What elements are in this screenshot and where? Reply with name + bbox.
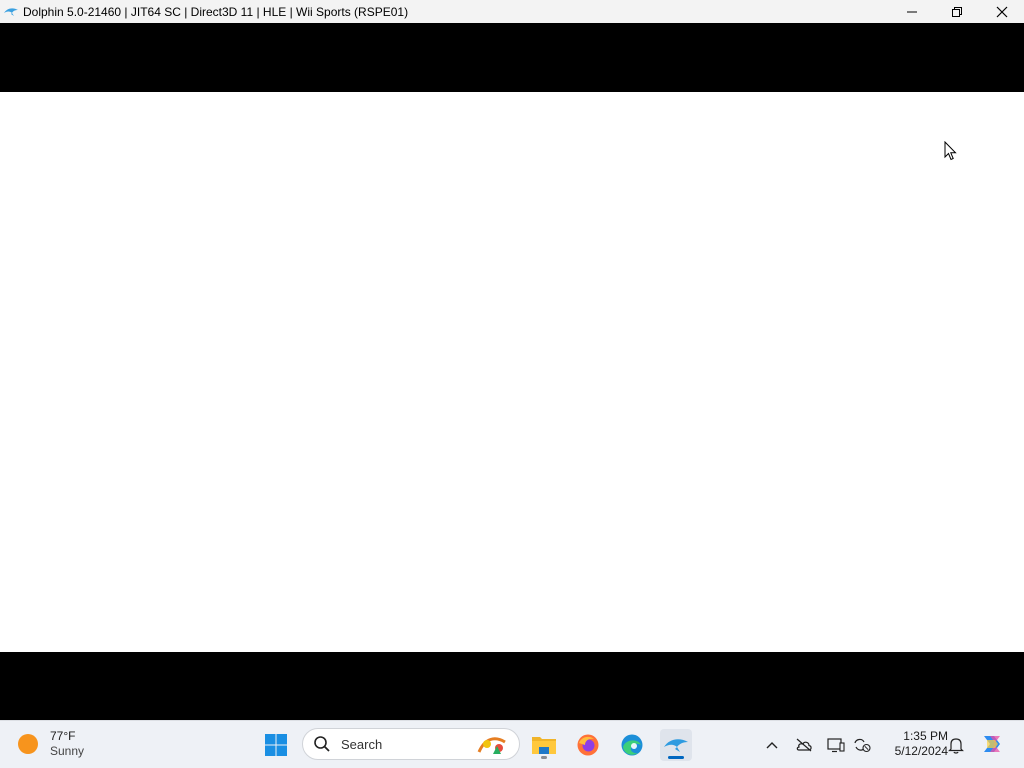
system-clock[interactable]: 1:35 PM 5/12/2024 bbox=[878, 729, 948, 759]
letterbox-top bbox=[0, 23, 1024, 92]
notifications-button[interactable] bbox=[946, 735, 966, 755]
firefox-icon bbox=[577, 734, 599, 756]
window-titlebar[interactable]: Dolphin 5.0-21460 | JIT64 SC | Direct3D … bbox=[0, 0, 1024, 23]
sun-icon bbox=[18, 734, 38, 754]
firefox-button[interactable] bbox=[572, 729, 604, 761]
emulator-render-area[interactable] bbox=[0, 23, 1024, 720]
search-highlight-icon bbox=[477, 737, 506, 754]
search-icon bbox=[314, 736, 330, 752]
copilot-button[interactable] bbox=[980, 732, 1004, 756]
copilot-icon bbox=[984, 736, 1000, 752]
running-indicator bbox=[541, 756, 547, 759]
weather-temperature: 77°F bbox=[50, 729, 76, 743]
onedrive-tray-button[interactable] bbox=[794, 735, 814, 755]
taskbar: 77°F Sunny Search 1:35 PM 5/12/2024 bbox=[0, 720, 1024, 768]
window-title: Dolphin 5.0-21460 | JIT64 SC | Direct3D … bbox=[23, 4, 409, 19]
sync-icon bbox=[854, 738, 871, 753]
close-button[interactable] bbox=[979, 0, 1024, 23]
cloud-off-icon bbox=[796, 738, 812, 752]
dolphin-icon bbox=[664, 739, 688, 752]
show-hidden-icons-button[interactable] bbox=[762, 735, 782, 755]
search-label: Search bbox=[341, 736, 383, 752]
close-icon bbox=[996, 6, 1007, 17]
display-tray-button[interactable] bbox=[826, 735, 846, 755]
edge-icon bbox=[621, 734, 643, 756]
letterbox-bottom bbox=[0, 652, 1024, 720]
windows-logo-icon bbox=[265, 734, 287, 756]
active-indicator bbox=[668, 756, 684, 759]
weather-widget[interactable]: 77°F Sunny bbox=[18, 729, 84, 759]
edge-button[interactable] bbox=[616, 729, 648, 761]
sync-tray-button[interactable] bbox=[852, 735, 872, 755]
search-box[interactable]: Search bbox=[302, 728, 520, 760]
chevron-up-icon bbox=[766, 742, 778, 749]
file-explorer-button[interactable] bbox=[528, 729, 560, 761]
mouse-cursor-icon bbox=[944, 141, 957, 161]
weather-condition: Sunny bbox=[50, 744, 85, 758]
bell-icon bbox=[948, 738, 964, 754]
display-icon bbox=[827, 738, 845, 753]
restore-button[interactable] bbox=[934, 0, 979, 23]
clock-time: 1:35 PM bbox=[903, 729, 948, 743]
game-frame[interactable] bbox=[0, 92, 1024, 652]
dolphin-app-icon bbox=[3, 4, 19, 20]
minimize-icon bbox=[906, 11, 917, 12]
clock-date: 5/12/2024 bbox=[894, 744, 948, 758]
window-controls bbox=[889, 0, 1024, 23]
minimize-button[interactable] bbox=[889, 0, 934, 23]
dolphin-taskbar-button[interactable] bbox=[660, 729, 692, 761]
restore-icon bbox=[951, 6, 962, 17]
start-button[interactable] bbox=[260, 729, 292, 761]
folder-icon bbox=[532, 737, 556, 754]
